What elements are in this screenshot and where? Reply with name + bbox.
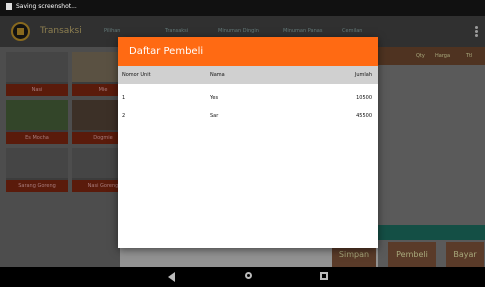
cell-jumlah: 10500: [356, 95, 372, 101]
cell-jumlah: 45500: [356, 113, 372, 119]
recent-apps-icon[interactable]: [320, 272, 328, 280]
column-nama: Nama: [210, 72, 225, 78]
table-row[interactable]: 2 Sar 45500: [118, 107, 378, 125]
status-bar: Saving screenshot...: [0, 0, 485, 16]
navigation-bar: [0, 267, 485, 287]
table-header: Nomor Unit Nama Jumlah: [118, 66, 378, 84]
cell-nomor: 2: [122, 113, 126, 119]
column-nomor-unit: Nomor Unit: [122, 72, 151, 78]
cell-nama: Yes: [210, 95, 219, 101]
dialog-title: Daftar Pembeli: [118, 37, 378, 66]
column-jumlah: Jumlah: [354, 72, 372, 78]
daftar-pembeli-dialog: Daftar Pembeli Nomor Unit Nama Jumlah 1 …: [118, 37, 378, 248]
home-icon[interactable]: [245, 272, 252, 279]
screenshot-icon: [6, 3, 12, 10]
cell-nama: Sar: [210, 113, 219, 119]
cell-nomor: 1: [122, 95, 126, 101]
status-text: Saving screenshot...: [16, 3, 77, 10]
back-icon[interactable]: [168, 272, 175, 282]
table-row[interactable]: 1 Yes 10500: [118, 89, 378, 107]
